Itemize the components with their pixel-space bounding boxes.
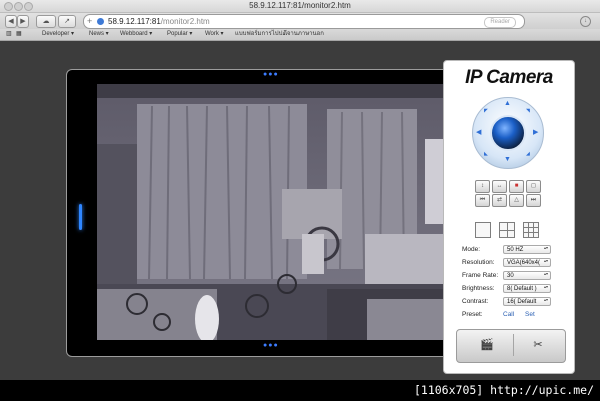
patrol-icon[interactable]: ⇄ (492, 194, 507, 207)
nine-view-icon[interactable] (523, 222, 539, 238)
video-frame: ●●● ●●● (66, 69, 450, 357)
brightness-label: Brightness: (462, 285, 495, 292)
single-view-icon[interactable] (475, 222, 491, 238)
next-icon[interactable]: ⏭ (526, 194, 541, 207)
pan-up-right-arrow-icon[interactable]: ◥ (526, 108, 530, 114)
download-icon[interactable]: ↓ (580, 16, 591, 27)
plus-icon[interactable]: + (87, 15, 92, 28)
back-arrow-icon[interactable]: ◀ (5, 15, 17, 28)
resolution-select[interactable]: VGA(640x4( (503, 258, 551, 267)
image-host-text: [1106x705] http://upic.me/ (413, 383, 594, 397)
frame-rate-label: Frame Rate: (462, 272, 499, 279)
bookmark-thai-language[interactable]: ดีจานภาษานอก (283, 29, 324, 40)
pan-down-right-arrow-icon[interactable]: ◢ (526, 151, 530, 157)
contrast-select[interactable]: 16( Default (503, 297, 551, 306)
preset-call-link[interactable]: Call (503, 311, 514, 318)
bookmarks-bar: ▥ ▦ Developer ▾ News ▾ Webboard ▾ Popula… (0, 29, 600, 41)
window-title: 58.9.12.117:81/monitor2.htm (249, 1, 351, 10)
address-bar[interactable]: + 58.9.12.117:81/monitor2.htm Reader (83, 14, 525, 29)
reading-list-icon[interactable]: ▥ (6, 29, 12, 40)
resolution-label: Resolution: (462, 259, 495, 266)
bookmark-news[interactable]: News ▾ (89, 29, 109, 40)
bookmark-popular[interactable]: Popular ▾ (167, 29, 192, 40)
contrast-label: Contrast: (462, 298, 489, 305)
image-host-banner: [1106x705] http://upic.me/ (0, 380, 600, 401)
brightness-select[interactable]: 8( Default ) (503, 284, 551, 293)
url-path: /monitor2.htm (160, 17, 210, 26)
bookmark-thai-form[interactable]: แบบฟอร์มการไปป... (235, 29, 287, 40)
panel-bottom-toolbar: 🎬 ✂ (456, 329, 566, 363)
snapshot-icon[interactable]: ◻ (526, 180, 541, 193)
camera-video-feed[interactable] (97, 84, 443, 340)
media-icon[interactable]: 🎬 (463, 334, 511, 356)
bookmark-webboard[interactable]: Webboard ▾ (120, 29, 152, 40)
tools-icon[interactable]: ✂ (513, 334, 562, 356)
icloud-tabs-icon[interactable]: ☁ (36, 15, 56, 28)
share-icon[interactable]: ↗ (58, 15, 76, 28)
window-titlebar: 58.9.12.117:81/monitor2.htm (0, 0, 600, 13)
mode-label: Mode: (462, 246, 481, 253)
pan-left-arrow-icon[interactable]: ◀ (476, 128, 481, 136)
top-sites-icon[interactable]: ▦ (16, 29, 22, 40)
bookmark-developer[interactable]: Developer ▾ (42, 29, 74, 40)
left-slider-handle[interactable] (79, 204, 82, 230)
camera-scene (97, 84, 443, 340)
ptz-direction-pad[interactable]: ▲ ▼ ◀ ▶ ◤ ◥ ◣ ◢ (472, 97, 544, 169)
pan-right-arrow-icon[interactable]: ▶ (533, 128, 538, 136)
preset-set-link[interactable]: Set (525, 311, 535, 318)
quad-view-icon[interactable] (499, 222, 515, 238)
pan-up-arrow-icon[interactable]: ▲ (504, 100, 511, 107)
up-icon[interactable]: △ (509, 194, 524, 207)
prev-icon[interactable]: ⏮ (475, 194, 490, 207)
url-host: 58.9.12.117:81 (108, 17, 161, 26)
preset-label: Preset: (462, 311, 483, 318)
pan-down-arrow-icon[interactable]: ▼ (504, 156, 511, 163)
frame-rate-select[interactable]: 30 (503, 271, 551, 280)
top-handle-icon[interactable]: ●●● (263, 71, 279, 78)
browser-toolbar: ◀ ▶ ☁ ↗ + 58.9.12.117:81/monitor2.htm Re… (0, 13, 600, 29)
panel-logo: IP Camera (465, 67, 553, 88)
flip-horizontal-icon[interactable]: ↔ (492, 180, 507, 193)
mode-select[interactable]: 50 HZ (503, 245, 551, 254)
pan-down-left-arrow-icon[interactable]: ◣ (484, 151, 488, 157)
bookmark-work[interactable]: Work ▾ (205, 29, 224, 40)
flip-vertical-icon[interactable]: ↕ (475, 180, 490, 193)
page-content: ●●● ●●● IP Camera ▲ ▼ ◀ ▶ ◤ ◥ ◣ ◢ ↕ ↔ ■ … (0, 41, 600, 380)
globe-icon (97, 18, 104, 25)
forward-arrow-icon[interactable]: ▶ (17, 15, 29, 28)
reader-button[interactable]: Reader (484, 17, 516, 28)
pan-up-left-arrow-icon[interactable]: ◤ (484, 108, 488, 114)
ip-camera-panel: IP Camera ▲ ▼ ◀ ▶ ◤ ◥ ◣ ◢ ↕ ↔ ■ ◻ ⏮ ⇄ △ … (443, 60, 575, 374)
bottom-handle-icon[interactable]: ●●● (263, 342, 279, 349)
record-icon[interactable]: ■ (509, 180, 524, 193)
camera-lens-icon (490, 115, 526, 151)
